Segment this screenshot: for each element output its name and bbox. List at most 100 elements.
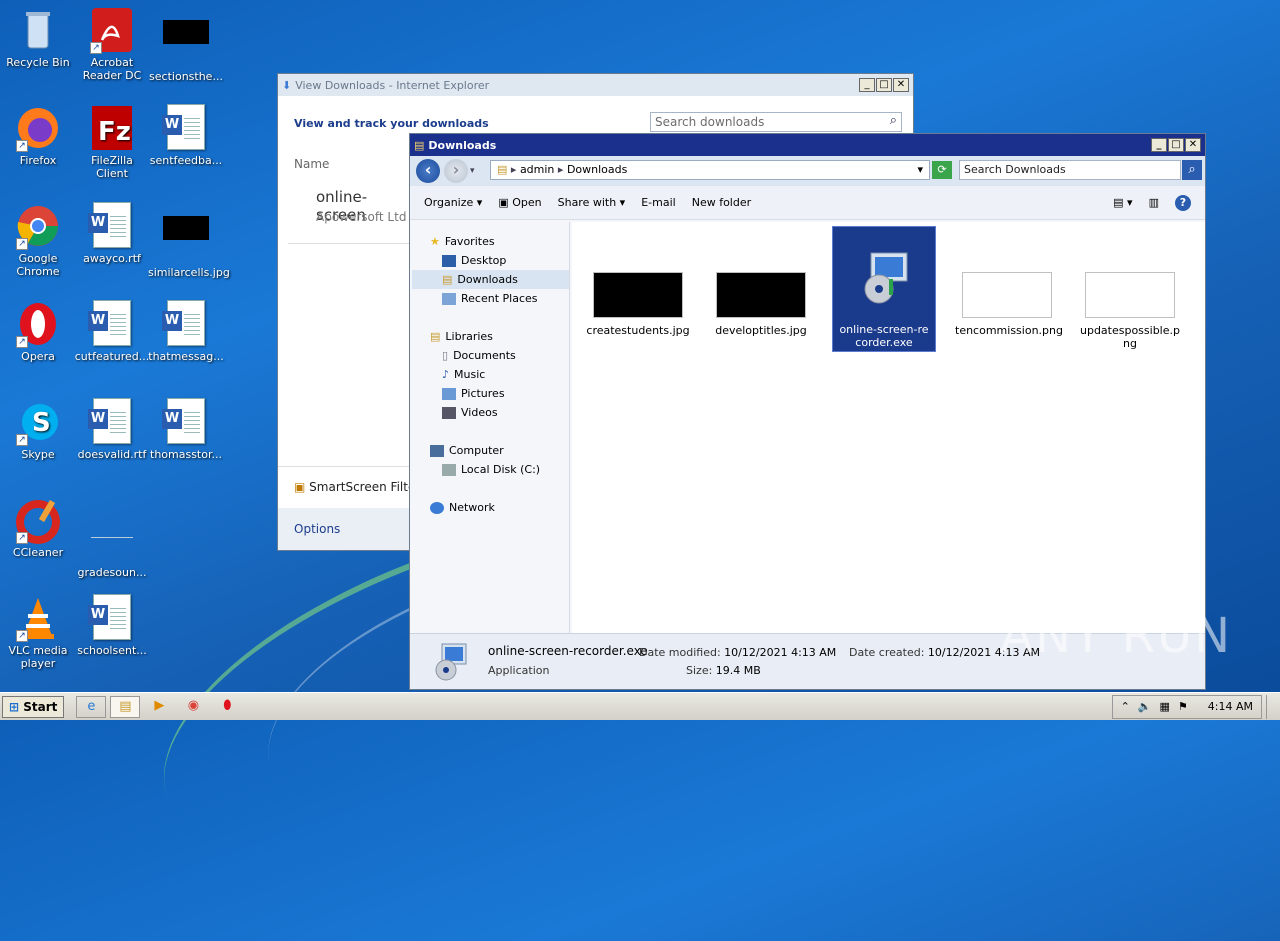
image-file-icon: [162, 20, 210, 68]
ie-search-input[interactable]: Search downloads ⌕: [650, 112, 902, 132]
taskbar-chrome-icon[interactable]: ◉: [178, 696, 208, 718]
help-icon[interactable]: ?: [1175, 194, 1191, 211]
command-bar: Organize ▾ ▣ Open Share with ▾ E-mail Ne…: [410, 186, 1205, 220]
nav-computer[interactable]: Computer: [412, 441, 569, 460]
filezilla-icon: Fz: [88, 104, 136, 152]
maximize-button[interactable]: □: [876, 78, 892, 92]
search-icon[interactable]: ⌕: [1182, 160, 1202, 180]
desktop-icon-filezilla[interactable]: Fz FileZilla Client: [74, 104, 150, 180]
firefox-icon: ↗: [14, 104, 62, 152]
desktop-icon-firefox[interactable]: ↗ Firefox: [0, 104, 76, 167]
close-button[interactable]: ✕: [1185, 138, 1201, 152]
file-item[interactable]: developtitles.jpg: [709, 272, 813, 337]
minimize-button[interactable]: _: [859, 78, 875, 92]
word-document-icon: W: [88, 594, 136, 642]
desktop-icon-similarcells[interactable]: similarcells.jpg: [148, 202, 230, 279]
desktop-icon-opera[interactable]: ↗ Opera: [0, 300, 76, 363]
desktop-icon-ccleaner[interactable]: ↗ CCleaner: [0, 496, 76, 559]
nav-downloads[interactable]: ▤ Downloads: [412, 270, 569, 289]
ie-download-item[interactable]: online-screen Apowersoft Ltd: [288, 184, 412, 244]
breadcrumb-admin[interactable]: admin: [520, 163, 554, 176]
nav-videos[interactable]: Videos: [412, 403, 569, 422]
desktop-icon-gradesoun[interactable]: gradesoun...: [74, 496, 150, 579]
open-icon: ▣: [498, 196, 509, 209]
opera-icon: ↗: [14, 300, 62, 348]
installer-icon: [428, 640, 472, 684]
show-desktop-button[interactable]: [1266, 694, 1278, 719]
nav-network[interactable]: Network: [412, 498, 569, 517]
preview-pane-icon[interactable]: ▥: [1149, 196, 1159, 209]
file-icon: [88, 516, 136, 564]
taskbar-ie-icon[interactable]: e: [76, 695, 107, 718]
smartscreen-link[interactable]: ▣ SmartScreen Filte: [294, 480, 415, 494]
ie-column-name[interactable]: Name: [294, 157, 329, 171]
ie-icon: ⬇: [282, 78, 292, 92]
nav-favorites[interactable]: ★ Favorites: [412, 232, 569, 251]
desktop-icon-sentfeedba[interactable]: W sentfeedba...: [148, 104, 224, 167]
breadcrumb-folder-icon: ▤: [497, 163, 508, 176]
pictures-icon: [442, 387, 456, 400]
desktop-icon-thatmessag[interactable]: W thatmessag...: [148, 300, 224, 363]
file-item[interactable]: updatespossible.png: [1078, 272, 1182, 350]
file-item[interactable]: tencommission.png: [955, 272, 1063, 337]
search-icon[interactable]: ⌕: [890, 114, 897, 128]
file-item-selected[interactable]: online-screen-recorder.exe: [832, 226, 936, 352]
action-center-flag-icon[interactable]: ⚑: [1178, 700, 1188, 713]
close-button[interactable]: ✕: [893, 78, 909, 92]
desktop-icon-awayco[interactable]: W awayco.rtf: [74, 202, 150, 265]
clock[interactable]: 4:14 AM: [1208, 700, 1253, 713]
desktop-icon-doesvalid[interactable]: W doesvalid.rtf: [74, 398, 150, 461]
change-view-icon[interactable]: ▤ ▾: [1113, 196, 1132, 209]
back-button[interactable]: ‹: [416, 159, 440, 183]
nav-music[interactable]: ♪ Music: [412, 365, 569, 384]
minimize-button[interactable]: _: [1151, 138, 1167, 152]
desktop-icon-thomasstor[interactable]: W thomasstor...: [148, 398, 224, 461]
navigation-pane: ★ Favorites Desktop ▤ Downloads Recent Pla…: [412, 222, 570, 633]
desktop-icon-chrome[interactable]: ↗ Google Chrome: [0, 202, 76, 278]
file-item[interactable]: createstudents.jpg: [586, 272, 690, 337]
show-hidden-icons-icon[interactable]: ⌃: [1121, 700, 1130, 713]
chrome-icon: ↗: [14, 202, 62, 250]
nav-recent-places[interactable]: Recent Places: [412, 289, 569, 308]
image-thumbnail: [593, 272, 683, 318]
address-dropdown-icon[interactable]: ▾: [917, 161, 923, 179]
breadcrumb[interactable]: ▤ ▸ admin ▸ Downloads ▾: [490, 160, 930, 180]
explorer-search-input[interactable]: Search Downloads: [959, 160, 1181, 180]
skype-icon: S ↗: [14, 398, 62, 446]
desktop-icon-schoolsent[interactable]: W schoolsent...: [74, 594, 150, 657]
image-file-icon: [162, 216, 210, 264]
nav-libraries[interactable]: ▤ Libraries: [412, 327, 569, 346]
explorer-titlebar[interactable]: ▤ Downloads _ □ ✕: [410, 134, 1205, 156]
maximize-button[interactable]: □: [1168, 138, 1184, 152]
start-button[interactable]: ⊞ Start: [2, 695, 65, 718]
new-folder-button[interactable]: New folder: [692, 196, 751, 209]
taskbar-media-player-icon[interactable]: ▶: [144, 696, 174, 718]
volume-icon[interactable]: 🔈: [1138, 700, 1152, 713]
nav-pictures[interactable]: Pictures: [412, 384, 569, 403]
image-thumbnail: [716, 272, 806, 318]
acrobat-icon: ↗: [88, 6, 136, 54]
recent-pages-chevron-icon[interactable]: ▾: [470, 166, 475, 176]
desktop-icon-sectionsthe[interactable]: sectionsthe...: [148, 6, 224, 83]
forward-button[interactable]: ›: [444, 159, 468, 183]
desktop-icon-cutfeatured[interactable]: W cutfeatured...: [74, 300, 150, 363]
share-with-button[interactable]: Share with ▾: [558, 196, 626, 209]
options-link[interactable]: Options: [294, 522, 340, 536]
desktop-icon-acrobat[interactable]: ↗ Acrobat Reader DC: [74, 6, 150, 82]
desktop-icon-skype[interactable]: S ↗ Skype: [0, 398, 76, 461]
taskbar: ⊞ Start e ▤ ▶ ◉ ⬮ ⌃ 🔈 ▦ ⚑ 4:14 AM: [0, 692, 1280, 720]
desktop-icon-vlc[interactable]: ↗ VLC media player: [0, 594, 76, 670]
refresh-button[interactable]: ⟳: [932, 161, 952, 179]
nav-desktop[interactable]: Desktop: [412, 251, 569, 270]
taskbar-opera-icon[interactable]: ⬮: [212, 696, 242, 718]
nav-local-disk[interactable]: Local Disk (C:): [412, 460, 569, 479]
desktop-icon-recycle-bin[interactable]: Recycle Bin: [0, 6, 76, 69]
network-tray-icon[interactable]: ▦: [1160, 700, 1170, 713]
ie-titlebar[interactable]: ⬇ View Downloads - Internet Explorer _ □…: [278, 74, 913, 96]
breadcrumb-downloads[interactable]: Downloads: [567, 163, 627, 176]
open-button[interactable]: ▣ Open: [498, 196, 541, 209]
organize-button[interactable]: Organize ▾: [424, 196, 482, 209]
nav-documents[interactable]: ▯ Documents: [412, 346, 569, 365]
taskbar-explorer-icon[interactable]: ▤: [110, 695, 141, 718]
email-button[interactable]: E-mail: [641, 196, 676, 209]
